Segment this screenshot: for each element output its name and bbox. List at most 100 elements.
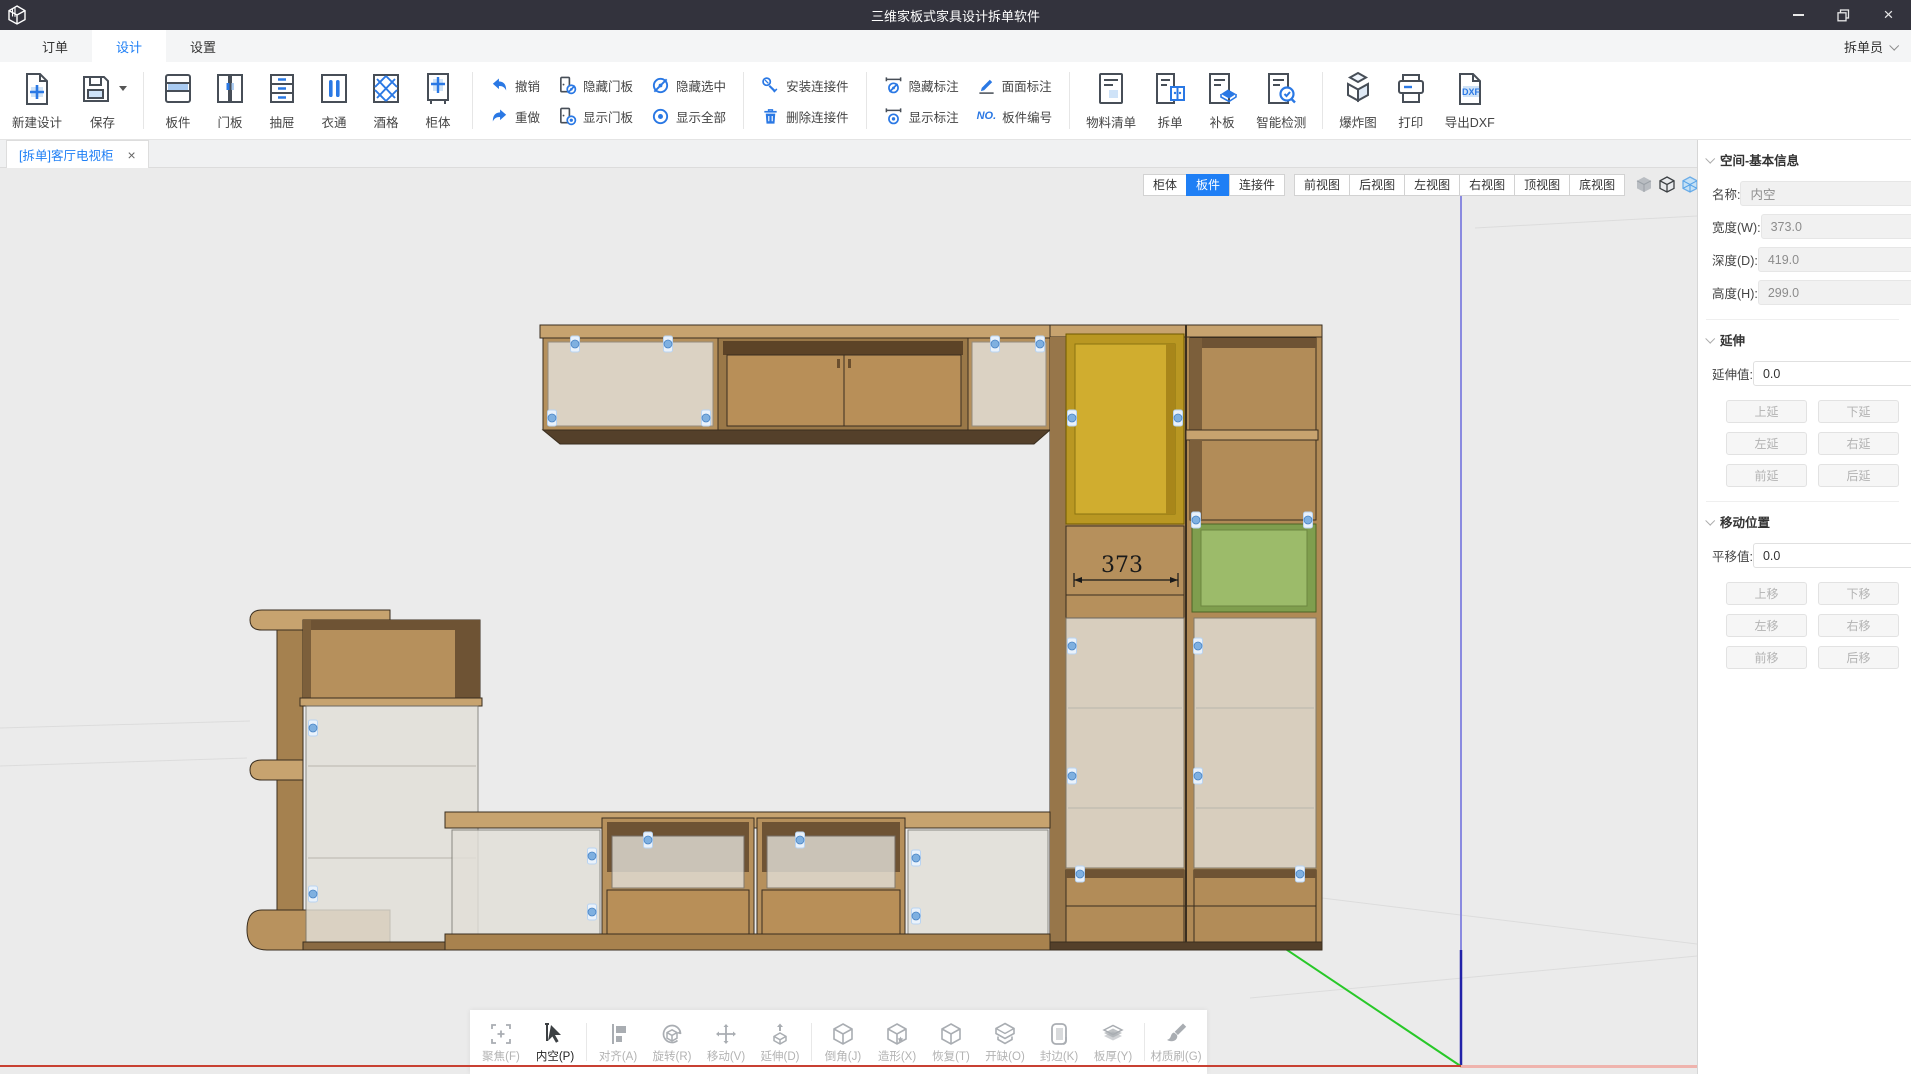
focus-tool-button[interactable]: 聚焦(F) (474, 1021, 528, 1064)
translate-value-input[interactable] (1753, 543, 1911, 568)
extend-tool-button[interactable]: 延伸(D) (753, 1021, 807, 1064)
show-all-icon (651, 107, 670, 126)
wireframe-cube-icon[interactable] (1657, 175, 1677, 195)
close-tab-icon[interactable]: × (127, 147, 135, 163)
notch-tool-button[interactable]: 开缺(O) (978, 1021, 1032, 1064)
toolbar-group: 撤销重做隐藏门板显示门板隐藏选中显示全部 (481, 62, 735, 139)
section-header[interactable]: 移动位置 (1706, 512, 1899, 531)
extend-left-button[interactable]: 左延 (1726, 432, 1807, 455)
move-tool-button[interactable]: 移动(V) (699, 1021, 753, 1064)
new-design-button[interactable]: 新建设计 (4, 71, 70, 131)
rotate-tool-button[interactable]: 旋转(R) (645, 1021, 699, 1064)
show-dimension-button[interactable]: 显示标注 (884, 107, 959, 126)
inner-space-tool-button[interactable]: 内空(P) (528, 1021, 582, 1064)
show-all-button[interactable]: 显示全部 (651, 107, 726, 126)
ribbon-tab-orders[interactable]: 订单 (18, 30, 92, 62)
hide-door-button[interactable]: 隐藏门板 (558, 76, 633, 95)
viewport-3d[interactable]: 373 (0, 168, 1697, 1074)
field-label: 高度(H): (1706, 283, 1758, 302)
view-button-4[interactable]: 顶视图 (1514, 174, 1570, 196)
face-dimension-button[interactable]: 面面标注 (977, 76, 1053, 95)
bom-icon (1093, 71, 1129, 107)
export-dxf-button[interactable]: DXF导出DXF (1437, 71, 1503, 131)
toolbar-separator (1144, 1023, 1145, 1061)
solid-cube-icon[interactable] (1634, 175, 1654, 195)
yellow-highlight[interactable] (1066, 334, 1184, 524)
bom-button[interactable]: 物料清单 (1078, 71, 1144, 131)
view-button-2[interactable]: 左视图 (1404, 174, 1460, 196)
view-button-5[interactable]: 底视图 (1569, 174, 1625, 196)
view-button-1[interactable]: 后视图 (1349, 174, 1405, 196)
close-button[interactable]: × (1866, 0, 1911, 30)
undo-button[interactable]: 撤销 (490, 76, 540, 95)
move-right-button[interactable]: 右移 (1818, 614, 1899, 637)
move-down-button[interactable]: 下移 (1818, 582, 1899, 605)
smart-detect-button[interactable]: 智能检测 (1248, 71, 1314, 131)
align-tool-button[interactable]: 对齐(A) (591, 1021, 645, 1064)
door-button[interactable]: 门板 (204, 71, 256, 131)
explode-view-button[interactable]: 爆炸图 (1331, 71, 1385, 131)
chamfer-tool-button[interactable]: 倒角(J) (816, 1021, 870, 1064)
restore-icon (938, 1021, 964, 1047)
role-selector[interactable]: 拆单员 (1844, 30, 1897, 62)
move-back-button[interactable]: 后移 (1818, 646, 1899, 669)
restore-button[interactable] (1821, 0, 1866, 30)
section-header[interactable]: 延伸 (1706, 330, 1899, 349)
extend-value-input[interactable] (1753, 361, 1911, 386)
scene-canvas[interactable]: 373 (0, 168, 1697, 1074)
wine-rack-button[interactable]: 酒格 (360, 71, 412, 131)
extend-back-button[interactable]: 后延 (1818, 464, 1899, 487)
shape-tool-button[interactable]: 造形(X) (870, 1021, 924, 1064)
view-button-3[interactable]: 右视图 (1459, 174, 1515, 196)
cabinet-button[interactable]: 柜体 (412, 71, 464, 131)
panel-section: 延伸延伸值:上延下延左延右延前延后延 (1706, 319, 1899, 487)
panel-button[interactable]: 板件 (152, 71, 204, 131)
extend-right-button[interactable]: 右延 (1818, 432, 1899, 455)
drawer-button[interactable]: 抽屉 (256, 71, 308, 131)
delete-connector-button[interactable]: 删除连接件 (761, 107, 849, 126)
green-highlight[interactable] (1192, 524, 1316, 612)
install-connector-button[interactable]: 安装连接件 (761, 76, 849, 95)
panel-number-button[interactable]: NO.板件编号 (977, 107, 1053, 126)
view-button-0[interactable]: 前视图 (1294, 174, 1350, 196)
chamfer-icon (830, 1021, 856, 1047)
patch-panel-button[interactable]: 补板 (1196, 71, 1248, 131)
x-axis-line (0, 1065, 1461, 1067)
save-icon (78, 71, 114, 107)
mode-button-0[interactable]: 柜体 (1143, 174, 1187, 196)
ribbon-tab-settings[interactable]: 设置 (166, 30, 240, 62)
redo-button[interactable]: 重做 (490, 107, 540, 126)
extend-down-button[interactable]: 下延 (1818, 400, 1899, 423)
bottom-cabinet-row[interactable] (445, 812, 1050, 950)
transparent-cube-icon[interactable] (1680, 175, 1697, 195)
section-header[interactable]: 空间-基本信息 (1706, 150, 1899, 169)
split-order-icon (1152, 71, 1188, 107)
restore-tool-button[interactable]: 恢复(T) (924, 1021, 978, 1064)
extend-up-button[interactable]: 上延 (1726, 400, 1807, 423)
mode-button-1[interactable]: 板件 (1186, 174, 1230, 196)
toolbar-group: 隐藏标注显示标注面面标注 NO.板件编号 (875, 62, 1062, 139)
print-button[interactable]: 打印 (1385, 71, 1437, 131)
toolbar-group: 爆炸图打印DXF导出DXF (1331, 62, 1503, 139)
minimize-button[interactable] (1776, 0, 1821, 30)
right-tall-cabinet[interactable]: 373 (1050, 325, 1322, 950)
document-tab-label: [拆单]客厅电视柜 (19, 145, 113, 164)
left-side-cabinet[interactable] (247, 610, 482, 950)
edge-band-tool-button[interactable]: 封边(K) (1032, 1021, 1086, 1064)
rod-button[interactable]: 衣通 (308, 71, 360, 131)
cabinet-3d-model[interactable]: 373 (247, 325, 1322, 950)
move-up-button[interactable]: 上移 (1726, 582, 1807, 605)
material-brush-tool-button[interactable]: 材质刷(G) (1149, 1021, 1203, 1064)
hide-dimension-button[interactable]: 隐藏标注 (884, 76, 959, 95)
hide-selected-button[interactable]: 隐藏选中 (651, 76, 726, 95)
thickness-tool-button[interactable]: 板厚(Y) (1086, 1021, 1140, 1064)
save-button[interactable]: 保存 (70, 71, 135, 131)
move-left-button[interactable]: 左移 (1726, 614, 1807, 637)
show-door-button[interactable]: 显示门板 (558, 107, 633, 126)
document-tab[interactable]: [拆单]客厅电视柜 × (6, 140, 149, 168)
move-front-button[interactable]: 前移 (1726, 646, 1807, 669)
split-order-button[interactable]: 拆单 (1144, 71, 1196, 131)
mode-button-2[interactable]: 连接件 (1229, 174, 1285, 196)
extend-front-button[interactable]: 前延 (1726, 464, 1807, 487)
ribbon-tab-design[interactable]: 设计 (92, 30, 166, 62)
